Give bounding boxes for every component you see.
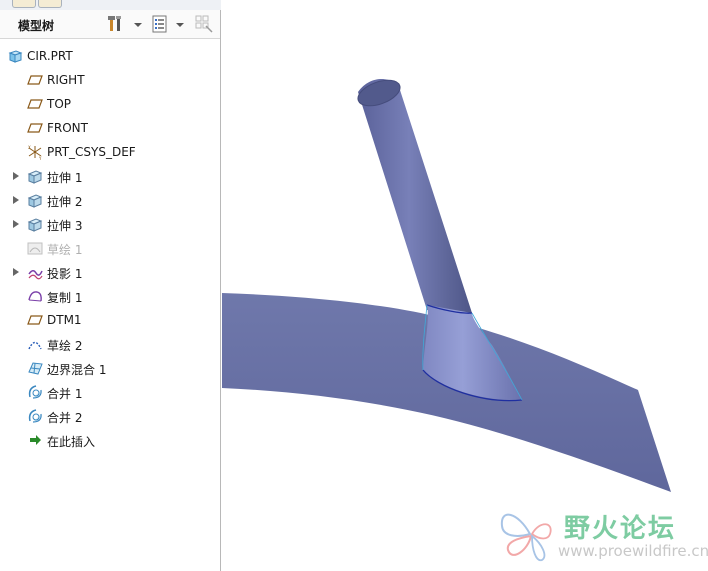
sketch-icon bbox=[27, 240, 43, 256]
tree-item-label: 合并 2 bbox=[47, 411, 83, 425]
settings-dropdown-arrow-icon[interactable] bbox=[134, 23, 142, 27]
show-dropdown-arrow-icon[interactable] bbox=[176, 23, 184, 27]
forum-watermark: 野火论坛 www.proewildfire.cn bbox=[498, 504, 708, 570]
csys-icon: X Y bbox=[27, 144, 43, 161]
tree-item-right[interactable]: RIGHT bbox=[0, 70, 220, 90]
tube-body bbox=[358, 78, 472, 313]
tree-item-label: 草绘 2 bbox=[47, 339, 83, 353]
show-list-icon[interactable] bbox=[150, 14, 170, 34]
tree-item-label: 投影 1 bbox=[47, 267, 83, 281]
expand-arrow-icon[interactable] bbox=[13, 220, 19, 228]
tree-item-label: 拉伸 2 bbox=[47, 195, 83, 209]
tree-item-top[interactable]: TOP bbox=[0, 94, 220, 114]
tree-item-label: PRT_CSYS_DEF bbox=[47, 145, 136, 159]
tab-folder[interactable] bbox=[38, 0, 62, 8]
watermark-url: www.proewildfire.cn bbox=[558, 542, 708, 560]
tree-item-label: 草绘 1 bbox=[47, 243, 83, 257]
datum-plane-icon bbox=[27, 312, 43, 328]
filter-disabled-icon[interactable] bbox=[194, 14, 214, 34]
tree-item-front[interactable]: FRONT bbox=[0, 118, 220, 138]
tree-item-extrude-2[interactable]: 拉伸 2 bbox=[0, 190, 220, 210]
model-tree-panel: 模型树 CIR.PRT RIGHT TOP FRONT X Y PRT_CSYS… bbox=[0, 0, 221, 571]
tree-item-boundary-blend-1[interactable]: 边界混合 1 bbox=[0, 358, 220, 378]
tree-item-insert-here[interactable]: 在此插入 bbox=[0, 430, 220, 450]
butterfly-logo-icon bbox=[500, 513, 552, 562]
datum-plane-icon bbox=[27, 96, 43, 112]
tree-item-label: 拉伸 3 bbox=[47, 219, 83, 233]
svg-text:Y: Y bbox=[38, 156, 42, 160]
tree-item-copy-1[interactable]: 复制 1 bbox=[0, 286, 220, 306]
settings-tools-icon[interactable] bbox=[106, 14, 126, 34]
datum-plane-icon bbox=[27, 72, 43, 88]
copy-icon bbox=[27, 288, 43, 304]
expand-arrow-icon[interactable] bbox=[13, 172, 19, 180]
sketch-icon bbox=[27, 336, 43, 352]
graphics-viewport[interactable]: 野火论坛 www.proewildfire.cn bbox=[222, 0, 708, 571]
part-icon bbox=[7, 48, 23, 64]
merge-icon bbox=[27, 384, 43, 400]
tree-item-label: FRONT bbox=[47, 121, 88, 135]
tree-item-merge-2[interactable]: 合并 2 bbox=[0, 406, 220, 426]
tree-item-sketch-2[interactable]: 草绘 2 bbox=[0, 334, 220, 354]
tab-model-tree[interactable] bbox=[12, 0, 36, 8]
tree-item-sketch-1[interactable]: 草绘 1 bbox=[0, 238, 220, 258]
tree-item-label: 合并 1 bbox=[47, 387, 83, 401]
svg-text:X: X bbox=[28, 145, 31, 150]
tree-item-label: 在此插入 bbox=[47, 435, 96, 449]
datum-plane-icon bbox=[27, 120, 43, 136]
tree-item-dtm1[interactable]: DTM1 bbox=[0, 310, 220, 330]
tree-item-label: TOP bbox=[47, 97, 72, 111]
watermark-title: 野火论坛 bbox=[564, 514, 677, 544]
tree-item-label: 边界混合 1 bbox=[47, 363, 107, 377]
model-render[interactable] bbox=[222, 0, 708, 571]
panel-tab-strip bbox=[0, 0, 221, 10]
expand-arrow-icon[interactable] bbox=[13, 196, 19, 204]
insert-here-arrow-icon bbox=[27, 432, 43, 448]
tree-item-part[interactable]: CIR.PRT bbox=[0, 46, 220, 66]
tree-item-label: RIGHT bbox=[47, 73, 85, 87]
tree-toolbar: 模型树 bbox=[0, 10, 220, 39]
projection-icon bbox=[27, 264, 43, 280]
expand-arrow-icon[interactable] bbox=[13, 268, 19, 276]
tree-item-merge-1[interactable]: 合并 1 bbox=[0, 382, 220, 402]
extrude-icon bbox=[27, 168, 43, 184]
tree-item-label: 拉伸 1 bbox=[47, 171, 83, 185]
tree-item-extrude-3[interactable]: 拉伸 3 bbox=[0, 214, 220, 234]
tree-item-label: DTM1 bbox=[47, 313, 82, 327]
tree-item-projection-1[interactable]: 投影 1 bbox=[0, 262, 220, 282]
tree-item-label: CIR.PRT bbox=[27, 49, 73, 63]
boundary-blend-icon bbox=[27, 360, 43, 376]
extrude-icon bbox=[27, 192, 43, 208]
extrude-icon bbox=[27, 216, 43, 232]
panel-title: 模型树 bbox=[18, 19, 55, 33]
tree-item-csys[interactable]: X Y PRT_CSYS_DEF bbox=[0, 142, 220, 162]
tree-item-label: 复制 1 bbox=[47, 291, 83, 305]
merge-icon bbox=[27, 408, 43, 424]
tree-item-extrude-1[interactable]: 拉伸 1 bbox=[0, 166, 220, 186]
